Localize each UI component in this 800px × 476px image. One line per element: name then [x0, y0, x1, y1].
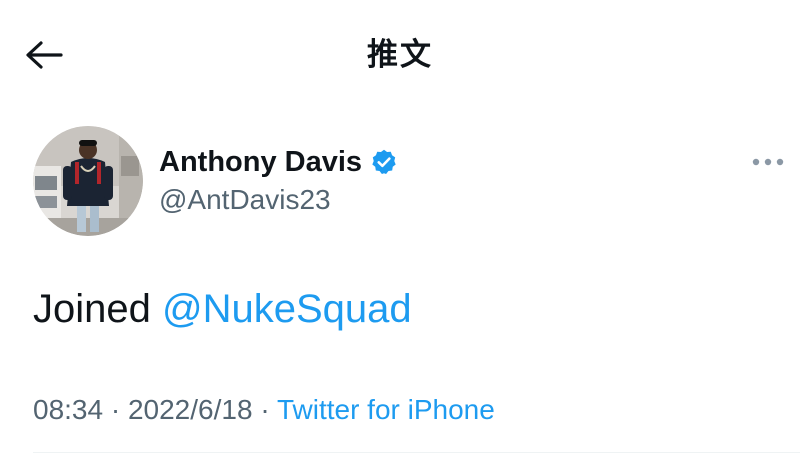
page-title: 推文 [367, 37, 433, 73]
divider [33, 452, 800, 453]
meta-separator-2: · [252, 394, 277, 425]
tweet-source-link[interactable]: Twitter for iPhone [277, 394, 495, 425]
profile-photo [33, 126, 143, 236]
more-horizontal-icon [752, 158, 784, 166]
author-handle[interactable]: @AntDavis23 [159, 180, 331, 220]
author-name-row: Anthony Davis [159, 141, 398, 183]
verified-badge-icon [372, 149, 396, 175]
tweet-text: Joined @NukeSquad [33, 282, 412, 336]
meta-separator: · [103, 394, 128, 425]
tweet-meta: 08:34 · 2022/6/18 · Twitter for iPhone [33, 390, 495, 430]
tweet-detail-page: 推文 Anthony Davis @AntDavis23 Joined @Nuk… [0, 0, 800, 476]
author-name[interactable]: Anthony Davis [159, 146, 362, 179]
more-options-button[interactable] [748, 148, 788, 176]
mention-link[interactable]: @NukeSquad [162, 287, 412, 331]
tweet-text-prefix: Joined [33, 287, 151, 331]
tweet-time[interactable]: 08:34 [33, 394, 103, 425]
tweet-date[interactable]: 2022/6/18 [128, 394, 253, 425]
avatar[interactable] [33, 126, 143, 236]
